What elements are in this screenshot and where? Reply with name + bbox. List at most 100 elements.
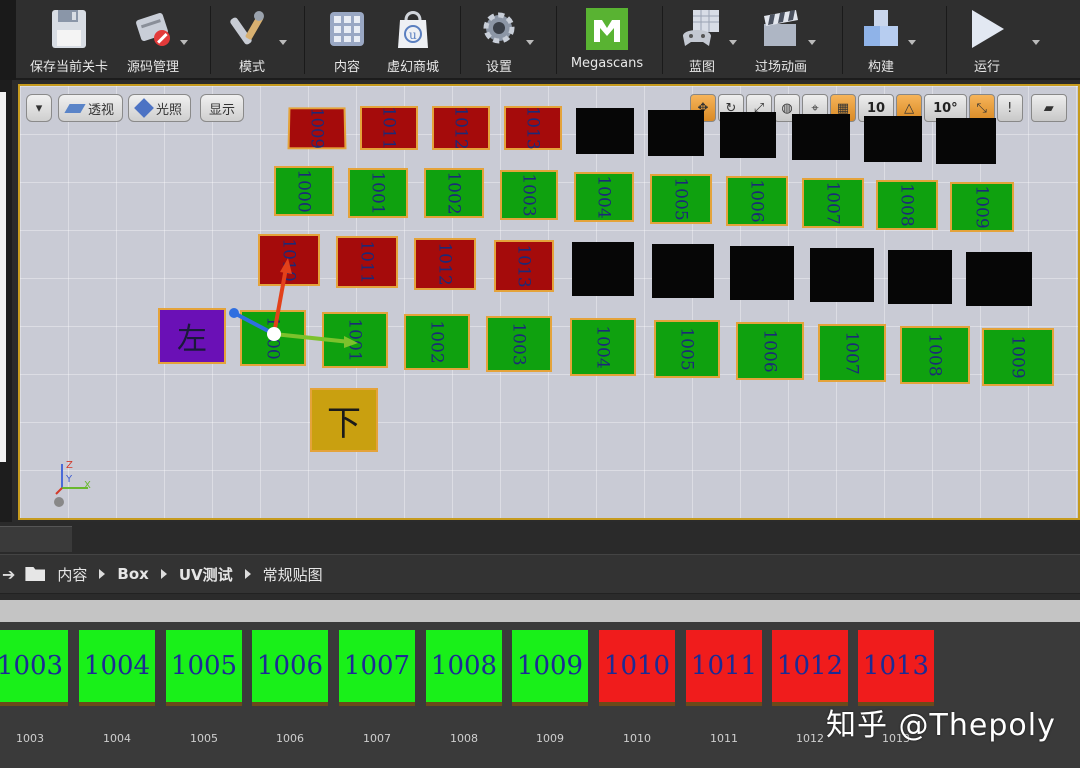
megascans-button[interactable]: Megascans xyxy=(568,6,646,78)
empty-uv-tile[interactable] xyxy=(936,118,996,164)
play-button[interactable]: 运行 xyxy=(964,6,1040,78)
asset-tile[interactable]: 1006 1006 xyxy=(252,630,328,745)
build-button[interactable]: 构建 xyxy=(858,6,916,78)
breadcrumb-item-box[interactable]: Box xyxy=(117,565,148,583)
down-direction-tile[interactable]: 下 xyxy=(310,388,378,452)
texture-thumbnail: 1006 xyxy=(252,630,328,706)
blueprint-gamepad-icon xyxy=(679,6,737,52)
save-current-level-button[interactable]: 保存当前关卡 xyxy=(26,6,112,78)
empty-uv-tile[interactable] xyxy=(652,244,714,298)
marketplace-button[interactable]: u 虚幻商城 xyxy=(384,6,442,78)
uv-tile[interactable]: 1000 xyxy=(274,166,334,216)
empty-uv-tile[interactable] xyxy=(966,252,1032,306)
left-direction-tile[interactable]: 左 xyxy=(158,308,226,364)
tile-label: 1013 xyxy=(513,244,534,288)
texture-thumbnail: 1009 xyxy=(512,630,588,706)
watermark: 知乎 @Thepoly xyxy=(826,708,1056,743)
settings-button[interactable]: 设置 xyxy=(476,6,534,78)
transform-gizmo[interactable] xyxy=(220,246,360,356)
empty-uv-tile[interactable] xyxy=(888,250,952,304)
empty-uv-tile[interactable] xyxy=(792,114,850,160)
modes-button[interactable]: 模式 xyxy=(226,6,287,78)
asset-name: 1007 xyxy=(363,732,391,745)
show-button[interactable]: 显示 xyxy=(200,94,245,122)
uv-tile[interactable]: 1004 xyxy=(574,172,634,222)
content-browser-tab[interactable] xyxy=(0,526,72,552)
save-current-level-label: 保存当前关卡 xyxy=(29,60,108,75)
chevron-right-icon[interactable] xyxy=(160,569,167,579)
camera-speed-icon[interactable]: ▰ xyxy=(1030,94,1067,122)
toolbar-divider xyxy=(946,6,947,74)
level-viewport[interactable]: ▾ 透视 光照 显示 ✥ ↻ ⤢ ◍ ⌖ ▦ 10 △ 10° ⤡ ! ▰ 10 xyxy=(18,84,1080,520)
uv-tile[interactable]: 1003 xyxy=(500,170,558,220)
uv-tile[interactable]: 1009 xyxy=(982,328,1054,386)
cinematics-button[interactable]: 过场动画 xyxy=(752,6,816,78)
uv-tile[interactable]: 1008 xyxy=(900,326,970,384)
blueprints-button[interactable]: 蓝图 xyxy=(678,6,737,78)
asset-tile[interactable]: 1003 1003 xyxy=(0,630,68,745)
uv-tile[interactable]: 1012 xyxy=(414,238,476,290)
breadcrumb: ➔ 内容 Box UV测试 常规贴图 xyxy=(0,554,1080,594)
breadcrumb-item-regular-textures[interactable]: 常规贴图 xyxy=(263,564,323,585)
source-control-button[interactable]: 源码管理 xyxy=(122,6,188,78)
uv-tile[interactable]: 1005 xyxy=(650,174,712,224)
tile-label: 1007 xyxy=(822,181,843,225)
tile-label: 1008 xyxy=(924,333,945,377)
left-panel-strip xyxy=(0,92,6,462)
uv-tile[interactable]: 1005 xyxy=(654,320,720,378)
empty-uv-tile[interactable] xyxy=(572,242,634,296)
uv-tile[interactable]: 1009 xyxy=(950,182,1014,232)
asset-name: 1011 xyxy=(710,732,738,745)
chevron-right-icon[interactable] xyxy=(244,569,251,579)
scale-snap-value-icon[interactable]: ! xyxy=(996,94,1023,122)
uv-tile[interactable]: 1009 xyxy=(287,107,347,150)
asset-tile[interactable]: 1007 1007 xyxy=(339,630,415,745)
empty-uv-tile[interactable] xyxy=(576,108,634,154)
uv-tile[interactable]: 1007 xyxy=(802,178,864,228)
svg-text:u: u xyxy=(409,28,417,42)
asset-tile[interactable]: 1009 1009 xyxy=(512,630,588,745)
uv-tile[interactable]: 1004 xyxy=(570,318,636,376)
toolbar-divider xyxy=(460,6,461,74)
asset-name: 1008 xyxy=(450,732,478,745)
tile-label: 1004 xyxy=(592,325,613,369)
asset-tile[interactable]: 1008 1008 xyxy=(426,630,502,745)
uv-tile[interactable]: 1001 xyxy=(348,168,408,218)
uv-tile[interactable]: 1002 xyxy=(404,314,470,370)
tile-label: 1005 xyxy=(670,177,691,221)
viewport-options-button[interactable]: ▾ xyxy=(26,94,52,122)
uv-tile[interactable]: 1012 xyxy=(432,106,490,150)
lit-mode-button[interactable]: 光照 xyxy=(128,94,192,122)
asset-tile[interactable]: 1005 1005 xyxy=(166,630,242,745)
lit-sphere-icon xyxy=(134,98,154,118)
axis-y-label: Y xyxy=(65,474,73,485)
content-button[interactable]: 内容 xyxy=(324,6,370,78)
marketplace-bag-icon: u xyxy=(390,6,436,52)
uv-tile[interactable]: 1008 xyxy=(876,180,938,230)
toolbar-left-edge xyxy=(0,0,16,80)
tile-label: 1005 xyxy=(676,327,697,371)
perspective-button[interactable]: 透视 xyxy=(58,94,124,122)
uv-tile[interactable]: 1006 xyxy=(736,322,804,380)
forward-arrow-icon[interactable]: ➔ xyxy=(2,565,15,584)
asset-tile[interactable]: 1004 1004 xyxy=(79,630,155,745)
uv-tile[interactable]: 1007 xyxy=(818,324,886,382)
empty-uv-tile[interactable] xyxy=(720,112,776,158)
empty-uv-tile[interactable] xyxy=(730,246,794,300)
asset-tile[interactable]: 1010 1010 xyxy=(599,630,675,745)
uv-tile[interactable]: 1013 xyxy=(494,240,554,292)
empty-uv-tile[interactable] xyxy=(648,110,704,156)
empty-uv-tile[interactable] xyxy=(810,248,874,302)
breadcrumb-item-uv-test[interactable]: UV测试 xyxy=(179,564,233,585)
empty-uv-tile[interactable] xyxy=(864,116,922,162)
uv-tile[interactable]: 1013 xyxy=(504,106,562,150)
uv-tile[interactable]: 1011 xyxy=(360,106,418,150)
tile-label: 1002 xyxy=(426,320,447,364)
asset-tile[interactable]: 1011 1011 xyxy=(686,630,762,745)
breadcrumb-item-content[interactable]: 内容 xyxy=(57,564,87,585)
floppy-disk-icon xyxy=(46,6,92,52)
uv-tile[interactable]: 1006 xyxy=(726,176,788,226)
uv-tile[interactable]: 1003 xyxy=(486,316,552,372)
uv-tile[interactable]: 1002 xyxy=(424,168,484,218)
chevron-right-icon[interactable] xyxy=(99,569,106,579)
